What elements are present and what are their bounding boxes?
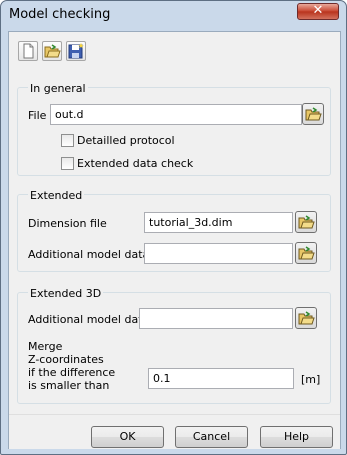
dimension-file-browse-button[interactable]: [295, 211, 317, 233]
additional-model-data-label: Additional model data: [28, 248, 150, 261]
extended-3d-group: Extended 3D Additional model data Merge …: [17, 287, 331, 404]
new-document-icon: [23, 43, 34, 59]
title-bar[interactable]: Model checking ✕: [1, 1, 346, 31]
open-folder-icon: [305, 107, 322, 121]
merge-label-line4: is smaller than: [28, 379, 110, 392]
dialog-body: In general File out.d Detailled protocol…: [8, 31, 341, 449]
general-group-title: In general: [28, 82, 88, 95]
button-bar: OK Cancel Help: [9, 414, 340, 449]
detailed-protocol-label: Detailled protocol: [77, 134, 175, 147]
extended-group: Extended Dimension file tutorial_3d.dim …: [17, 189, 331, 272]
additional-model-data-3d-browse-button[interactable]: [295, 307, 317, 329]
open-folder-icon: [298, 215, 315, 229]
extended-3d-group-title: Extended 3D: [28, 287, 104, 300]
ok-button[interactable]: OK: [91, 426, 164, 448]
extended-group-title: Extended: [28, 189, 85, 202]
extended-data-check-label: Extended data check: [77, 157, 194, 170]
additional-model-data-3d-input[interactable]: [139, 308, 293, 329]
save-icon: [68, 43, 84, 59]
merge-label-line3: if the difference: [28, 366, 116, 379]
dialog-window: Model checking ✕ In general File out.d D…: [0, 0, 347, 455]
close-icon: ✕: [312, 3, 324, 18]
extended-data-check-checkbox[interactable]: [61, 157, 74, 170]
general-group: In general File out.d Detailled protocol…: [17, 82, 331, 176]
detailed-protocol-checkbox[interactable]: [61, 134, 74, 147]
dimension-file-label: Dimension file: [28, 217, 107, 230]
additional-model-data-input[interactable]: [144, 243, 293, 264]
open-button[interactable]: [42, 41, 62, 61]
unit-label: [m]: [301, 373, 321, 386]
open-folder-icon: [298, 311, 315, 325]
additional-model-data-browse-button[interactable]: [295, 242, 317, 264]
file-input[interactable]: out.d: [50, 104, 302, 125]
merge-threshold-input[interactable]: 0.1: [148, 368, 294, 389]
file-browse-button[interactable]: [302, 103, 324, 125]
file-label: File: [28, 109, 47, 122]
cancel-button[interactable]: Cancel: [175, 426, 248, 448]
save-button[interactable]: [66, 41, 86, 61]
open-folder-icon: [298, 246, 315, 260]
window-title: Model checking: [9, 7, 111, 22]
close-button[interactable]: ✕: [297, 3, 339, 20]
dimension-file-input[interactable]: tutorial_3d.dim: [144, 212, 293, 233]
additional-model-data-3d-label: Additional model data: [28, 313, 150, 326]
help-button[interactable]: Help: [260, 426, 333, 448]
merge-label-line2: Z-coordinates: [28, 353, 104, 366]
open-folder-icon: [44, 44, 61, 58]
new-button[interactable]: [18, 41, 38, 61]
merge-label-line1: Merge: [28, 340, 63, 353]
